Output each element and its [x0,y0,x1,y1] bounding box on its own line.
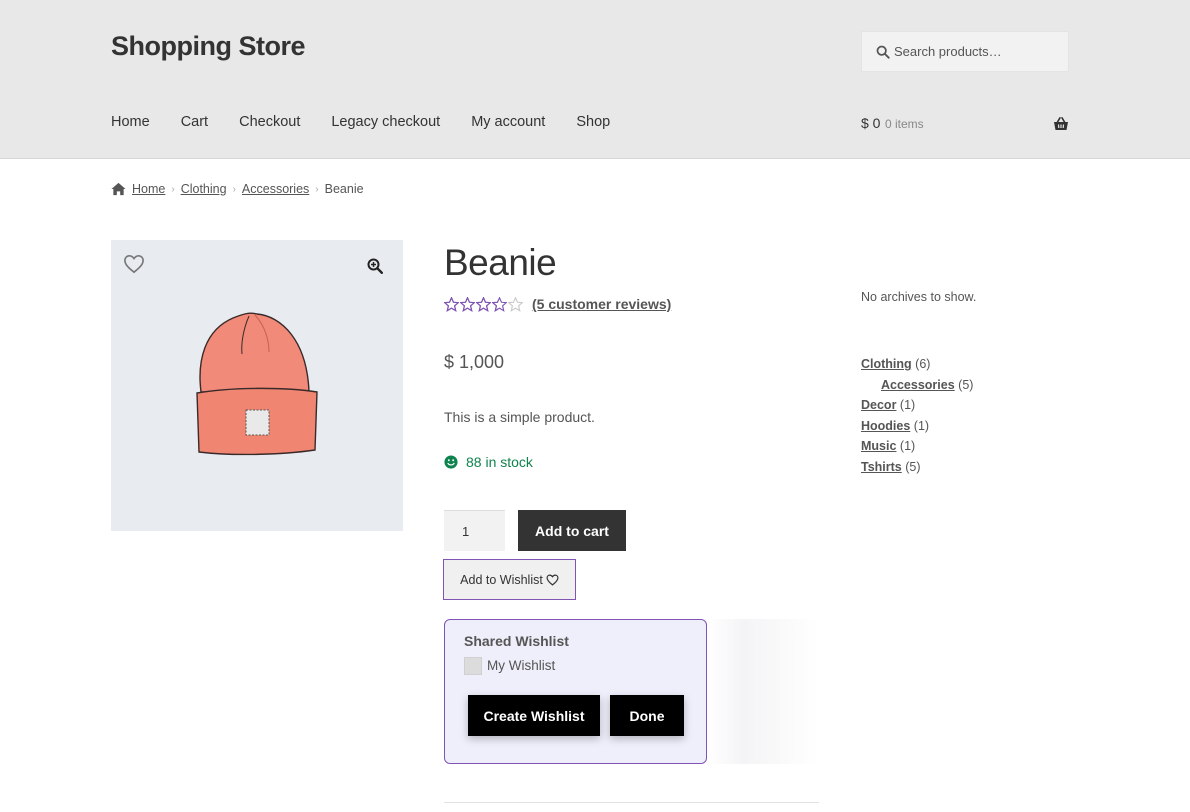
product-price: $ 1,000 [444,352,505,372]
category-count: (1) [899,398,916,412]
breadcrumb-separator: › [171,183,175,195]
popup-title: Shared Wishlist [464,633,569,649]
header-cart[interactable]: $ 0 0 items [861,115,1069,135]
nav-my-account[interactable]: My account [471,114,545,130]
my-wishlist-checkbox[interactable] [464,657,482,675]
search-box[interactable] [861,31,1069,72]
category-item: Accessories (5) [861,377,973,398]
nav-cart[interactable]: Cart [181,114,208,130]
review-link[interactable]: (5 customer reviews) [532,296,671,312]
main-nav: Home Cart Checkout Legacy checkout My ac… [111,114,641,130]
category-count: (1) [913,418,930,433]
star-icon [508,296,523,312]
heart-icon [546,574,559,586]
site-title[interactable]: Shopping Store [111,31,305,62]
my-wishlist-label[interactable]: My Wishlist [487,658,555,673]
category-item: Tshirts (5) [861,459,973,480]
search-icon [876,45,890,59]
divider [444,802,819,803]
breadcrumb-clothing[interactable]: Clothing [181,182,227,196]
smile-icon [444,455,458,469]
product-short-description: This is a simple product. [444,409,595,425]
quantity-input[interactable] [444,510,505,551]
create-wishlist-button[interactable]: Create Wishlist [468,695,600,736]
home-icon [111,182,126,196]
cart-amount: $ 0 [861,115,881,131]
breadcrumb-separator: › [315,183,319,195]
breadcrumb-current: Beanie [324,182,364,196]
category-count: (5) [905,459,921,474]
nav-shop[interactable]: Shop [576,114,610,130]
heart-icon[interactable] [123,254,145,274]
category-link-hoodies[interactable]: Hoodies [861,419,910,433]
add-to-wishlist-label: Add to Wishlist [460,572,543,587]
nav-legacy-checkout[interactable]: Legacy checkout [331,114,440,130]
breadcrumb: Home › Clothing › Accessories › Beanie [111,182,364,196]
add-to-wishlist-button[interactable]: Add to Wishlist [443,559,576,600]
product-title: Beanie [444,242,557,283]
wishlist-popup: Shared Wishlist My Wishlist Create Wishl… [444,619,707,764]
done-button[interactable]: Done [610,695,684,736]
breadcrumb-home[interactable]: Home [132,182,165,196]
product-rating: (5 customer reviews) [444,296,671,312]
category-link-clothing[interactable]: Clothing [861,357,912,371]
stock-status: 88 in stock [444,454,533,470]
category-link-accessories[interactable]: Accessories [881,378,955,392]
category-item: Music (1) [861,438,973,459]
category-count: (5) [958,377,974,392]
site-header: Shopping Store Home Cart Checkout Legacy… [0,0,1190,159]
category-link-decor[interactable]: Decor [861,398,896,412]
add-to-cart-button[interactable]: Add to cart [518,510,626,551]
stock-text: 88 in stock [466,454,533,470]
breadcrumb-accessories[interactable]: Accessories [242,182,309,196]
category-item: Clothing (6) [861,356,973,377]
basket-icon [1054,117,1068,130]
cart-count: 0 items [885,117,924,131]
nav-home[interactable]: Home [111,114,150,130]
star-icon [492,296,507,312]
category-count: (6) [915,357,931,371]
category-item: Hoodies (1) [861,418,973,439]
archives-widget-text: No archives to show. [861,290,977,304]
category-list: Clothing (6) Accessories (5) Decor (1) H… [861,356,973,479]
star-icon [444,296,459,312]
product-image-beanie [196,312,318,456]
star-icon [476,296,491,312]
star-rating [444,296,523,312]
zoom-icon[interactable] [367,258,383,274]
nav-checkout[interactable]: Checkout [239,114,300,130]
category-link-music[interactable]: Music [861,439,896,453]
category-item: Decor (1) [861,397,973,418]
breadcrumb-separator: › [232,183,236,195]
category-link-tshirts[interactable]: Tshirts [861,460,902,474]
search-input[interactable] [894,32,1064,71]
product-gallery[interactable] [111,240,403,531]
category-count: (1) [899,439,916,453]
star-icon [460,296,475,312]
